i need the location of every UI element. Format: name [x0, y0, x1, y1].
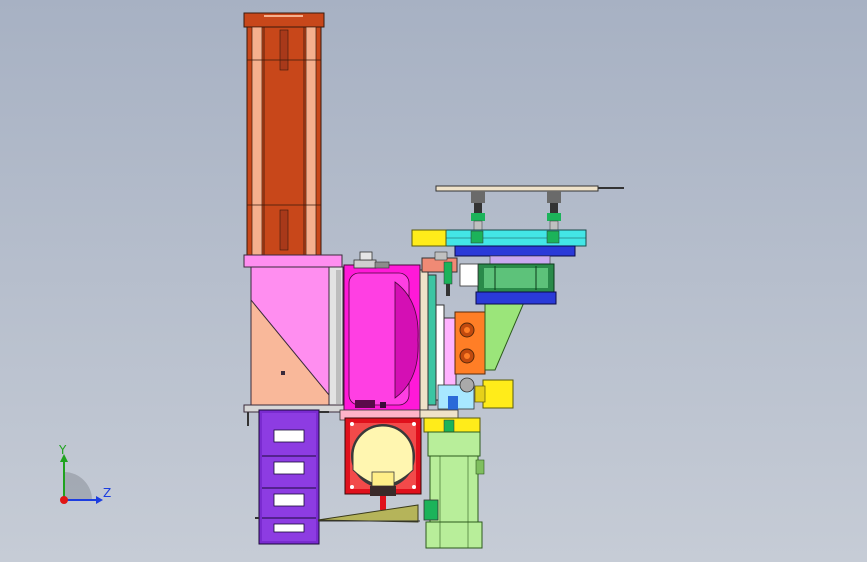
top-gripper-plate[interactable] [435, 185, 624, 232]
vertical-column[interactable] [243, 12, 325, 256]
column-right-rail [305, 26, 317, 256]
green-cylinder[interactable] [419, 409, 485, 549]
blue-plate-assembly[interactable] [454, 245, 576, 305]
purple-drum[interactable] [255, 409, 329, 545]
main-housing[interactable] [243, 254, 345, 426]
triad-arc [64, 472, 92, 500]
x-axis-dot [60, 496, 68, 504]
red-gearbox[interactable] [339, 409, 422, 510]
suction-cup-right[interactable] [547, 191, 561, 232]
triad-z-label: Z [103, 486, 111, 500]
triad-y-label: Y [58, 443, 67, 457]
magenta-motor[interactable] [343, 264, 421, 412]
cad-viewport[interactable]: Y Z [0, 0, 867, 562]
z-axis-arrow [96, 496, 103, 504]
green-bracket [484, 299, 526, 371]
column-slot-lower [279, 209, 289, 251]
housing-top-band [243, 254, 343, 268]
coordinate-triad: Y Z [58, 443, 111, 504]
column-slot-upper [279, 29, 289, 71]
base-wedge [317, 504, 419, 523]
cyan-rail[interactable] [411, 229, 587, 247]
top-sensor[interactable] [353, 251, 390, 269]
suction-cup-left[interactable] [471, 191, 485, 232]
column-left-rail [251, 26, 263, 256]
cad-model[interactable]: Y Z [0, 0, 867, 562]
orange-block[interactable] [454, 311, 486, 375]
